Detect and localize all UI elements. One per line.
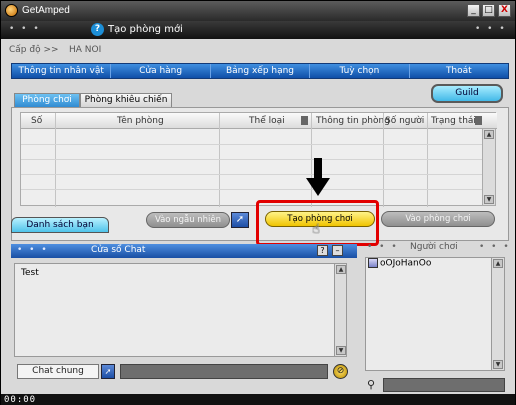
chat-scrollbar[interactable]: ▲ ▼ [334, 263, 347, 357]
window-title: GetAmped [22, 5, 70, 16]
close-button[interactable]: X [498, 4, 511, 17]
level-breadcrumb: Cấp độ >> [9, 45, 59, 55]
nav-options[interactable]: Tuỳ chọn [310, 64, 410, 78]
dots-decoration: • • • [367, 242, 399, 252]
dots-decoration: • • • [9, 24, 41, 34]
player-list-scrollbar[interactable]: ▲ ▼ [491, 258, 504, 370]
chat-mode-dropdown-icon[interactable]: ➚ [101, 364, 115, 379]
join-room-button[interactable]: Vào phòng chơi [381, 211, 495, 227]
col-mode[interactable]: Thể loại [249, 116, 285, 126]
search-icon[interactable]: ⚲ [367, 378, 375, 391]
subheader-bar: • • • ? Tạo phòng mới • • • [1, 21, 515, 39]
chat-help-icon[interactable]: ? [317, 245, 328, 256]
hand-cursor-icon: ☝ [312, 222, 320, 237]
chat-window-bar: • • • Cửa sổ Chat ? – [11, 244, 357, 258]
chat-window-title: Cửa sổ Chat [91, 245, 146, 255]
players-label: Người chơi [410, 242, 458, 252]
app-window: GetAmped _ □ X • • • ? Tạo phòng mới • •… [0, 0, 516, 405]
help-icon[interactable]: ? [91, 23, 104, 36]
chat-log: Test [14, 263, 344, 357]
column-divider [55, 113, 56, 207]
dots-decoration: • • • [479, 242, 511, 252]
scroll-up-icon[interactable]: ▲ [493, 259, 503, 268]
tab-challenge-rooms[interactable]: Phòng khiêu chiến [80, 93, 172, 108]
nav-exit[interactable]: Thoát [410, 64, 508, 78]
column-divider [427, 113, 428, 207]
location-label: HA NOI [69, 45, 102, 55]
row-divider [21, 189, 483, 190]
scroll-down-icon[interactable]: ▼ [484, 195, 494, 204]
scroll-down-icon[interactable]: ▼ [336, 346, 346, 355]
col-players[interactable]: Số người [385, 116, 424, 126]
scroll-down-icon[interactable]: ▼ [493, 360, 503, 369]
chat-minimize-icon[interactable]: – [332, 245, 343, 256]
tab-rooms[interactable]: Phòng chơi [14, 93, 80, 108]
room-table-scrollbar[interactable]: ▲ ▼ [482, 129, 495, 205]
nav-shop[interactable]: Cửa hàng [111, 64, 211, 78]
row-divider [21, 159, 483, 160]
chat-mode-select[interactable]: Chat chung [17, 364, 99, 379]
room-table-header: Số Tên phòng Thể loại Thông tin phòng Số… [21, 113, 497, 129]
col-number[interactable]: Số [31, 116, 42, 126]
row-divider [21, 174, 483, 175]
room-table: Số Tên phòng Thể loại Thông tin phòng Số… [20, 112, 497, 207]
scroll-up-icon[interactable]: ▲ [484, 130, 494, 139]
nav-character-info[interactable]: Thông tin nhân vật [12, 64, 112, 78]
minimize-button[interactable]: _ [467, 4, 480, 17]
clock-display: 00:00 [4, 395, 37, 405]
player-entry[interactable]: oOJoHanOo [368, 258, 431, 269]
chat-input[interactable] [120, 364, 328, 379]
col-room-name[interactable]: Tên phòng [117, 116, 164, 126]
scroll-up-icon[interactable]: ▲ [336, 265, 346, 274]
dots-decoration: • • • [475, 24, 507, 34]
title-bar: GetAmped _ □ X [1, 1, 515, 21]
maximize-button[interactable]: □ [482, 4, 495, 17]
guild-button[interactable]: Guild [431, 84, 503, 103]
random-join-button[interactable]: Vào ngẫu nhiên [146, 212, 230, 228]
subheader-title: Tạo phòng mới [108, 24, 183, 35]
pointer-arrow-icon [306, 158, 330, 196]
friends-list-tab[interactable]: Danh sách bạn [11, 217, 109, 233]
chat-message: Test [21, 268, 39, 278]
dots-decoration: • • • [17, 245, 49, 255]
status-bar [1, 394, 515, 405]
mode-filter-icon[interactable] [301, 116, 308, 125]
main-nav: Thông tin nhân vật Cửa hàng Bảng xếp hạn… [11, 63, 509, 79]
player-name: oOJoHanOo [380, 258, 432, 269]
nav-ranking[interactable]: Bảng xếp hạng [211, 64, 311, 78]
app-logo-icon [5, 4, 18, 17]
player-search-input[interactable] [383, 378, 505, 392]
player-list: oOJoHanOo ▲ ▼ [365, 257, 505, 371]
status-filter-icon[interactable] [475, 116, 482, 125]
random-join-arrow-icon[interactable]: ➚ [231, 212, 249, 228]
column-divider [383, 113, 384, 207]
emote-icon[interactable]: ⊘ [333, 364, 348, 379]
col-room-info[interactable]: Thông tin phòng [316, 116, 390, 126]
player-avatar-icon [368, 258, 378, 268]
column-divider [219, 113, 220, 207]
col-status[interactable]: Trạng thái [431, 116, 476, 126]
row-divider [21, 144, 483, 145]
